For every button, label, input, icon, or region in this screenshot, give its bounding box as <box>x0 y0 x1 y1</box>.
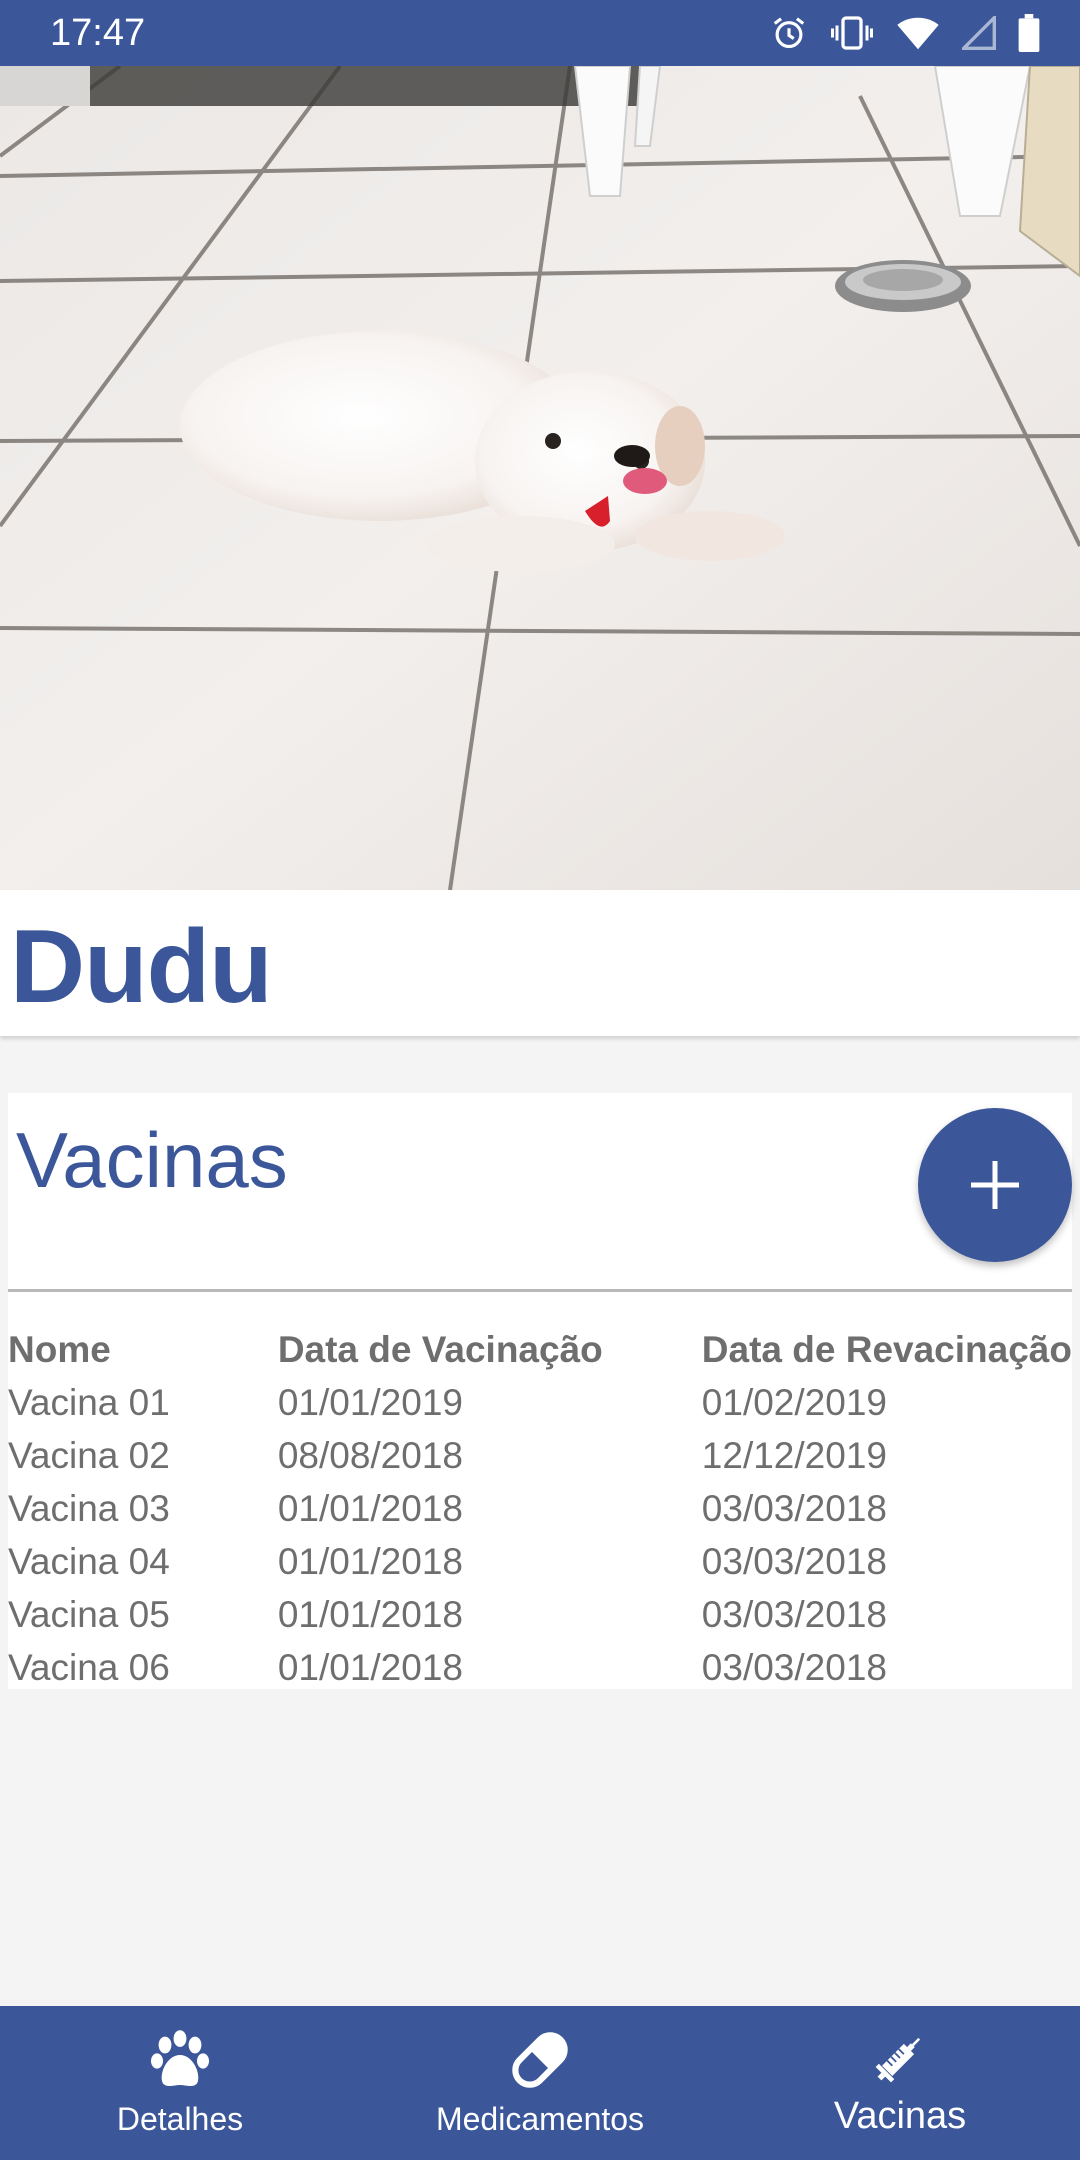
vaccine-name: Vacina 02 <box>8 1434 170 1476</box>
nav-label: Detalhes <box>116 2101 244 2137</box>
table-row[interactable]: Vacina 02 08/08/2018 12/12/2019 <box>8 1429 1072 1482</box>
nav-label: Vacinas <box>833 2095 967 2137</box>
table-row[interactable]: Vacina 04 01/01/2018 03/03/2018 <box>8 1535 1072 1588</box>
pill-icon <box>512 2032 568 2088</box>
plus-icon <box>971 1161 1019 1209</box>
column-header-revaccination-date: Data de Revacinação <box>701 1328 1072 1370</box>
vaccine-name: Vacina 06 <box>8 1646 170 1688</box>
vaccination-date: 01/01/2018 <box>277 1593 463 1635</box>
vaccines-title: Vacinas <box>16 1116 288 1204</box>
vaccine-name: Vacina 05 <box>8 1593 170 1635</box>
vaccination-date: 01/01/2018 <box>277 1646 463 1688</box>
vibrate-icon <box>831 16 873 50</box>
table-header-row: Nome Data de Vacinação Data de Revacinaç… <box>8 1323 1072 1376</box>
table-row[interactable]: Vacina 06 01/01/2018 03/03/2018 <box>8 1641 1072 1694</box>
bottom-navigation: Detalhes Medicamentos Vacinas <box>0 2006 1080 2160</box>
paw-icon <box>151 2030 209 2086</box>
column-header-name: Nome <box>8 1328 111 1370</box>
vaccination-date: 08/08/2018 <box>277 1434 463 1476</box>
divider <box>8 1289 1072 1292</box>
revaccination-date: 03/03/2018 <box>701 1540 887 1582</box>
signal-icon <box>962 16 996 50</box>
revaccination-date: 03/03/2018 <box>701 1646 887 1688</box>
vaccines-table: Nome Data de Vacinação Data de Revacinaç… <box>8 1323 1072 1694</box>
pet-photo <box>0 66 1080 890</box>
vaccine-name: Vacina 01 <box>8 1381 170 1423</box>
nav-item-detalhes[interactable]: Detalhes <box>0 2006 360 2160</box>
vaccination-date: 01/01/2018 <box>277 1487 463 1529</box>
nav-item-vacinas[interactable]: Vacinas <box>720 2006 1080 2160</box>
wifi-icon <box>897 17 939 50</box>
revaccination-date: 12/12/2019 <box>701 1434 887 1476</box>
syringe-icon <box>875 2037 921 2083</box>
column-header-vaccination-date: Data de Vacinação <box>277 1328 603 1370</box>
alarm-icon <box>773 17 805 49</box>
pet-name: Dudu <box>10 909 273 1025</box>
revaccination-date: 01/02/2019 <box>701 1381 887 1423</box>
status-time: 17:47 <box>50 11 146 54</box>
add-vaccine-button[interactable] <box>918 1108 1072 1262</box>
revaccination-date: 03/03/2018 <box>701 1487 887 1529</box>
table-row[interactable]: Vacina 05 01/01/2018 03/03/2018 <box>8 1588 1072 1641</box>
vaccine-name: Vacina 03 <box>8 1487 170 1529</box>
status-icons <box>770 14 1040 52</box>
table-row[interactable]: Vacina 01 01/01/2019 01/02/2019 <box>8 1376 1072 1429</box>
nav-label: Medicamentos <box>435 2101 645 2137</box>
table-row[interactable]: Vacina 03 01/01/2018 03/03/2018 <box>8 1482 1072 1535</box>
vaccination-date: 01/01/2019 <box>277 1381 463 1423</box>
vaccination-date: 01/01/2018 <box>277 1540 463 1582</box>
vaccines-card: Vacinas Nome Data de Vacinação Data de R… <box>8 1093 1072 1689</box>
pet-name-card: Dudu <box>0 890 1080 1036</box>
nav-item-medicamentos[interactable]: Medicamentos <box>360 2006 720 2160</box>
status-bar: 17:47 <box>0 0 1080 66</box>
battery-icon <box>1018 14 1040 52</box>
revaccination-date: 03/03/2018 <box>701 1593 887 1635</box>
vaccine-name: Vacina 04 <box>8 1540 170 1582</box>
